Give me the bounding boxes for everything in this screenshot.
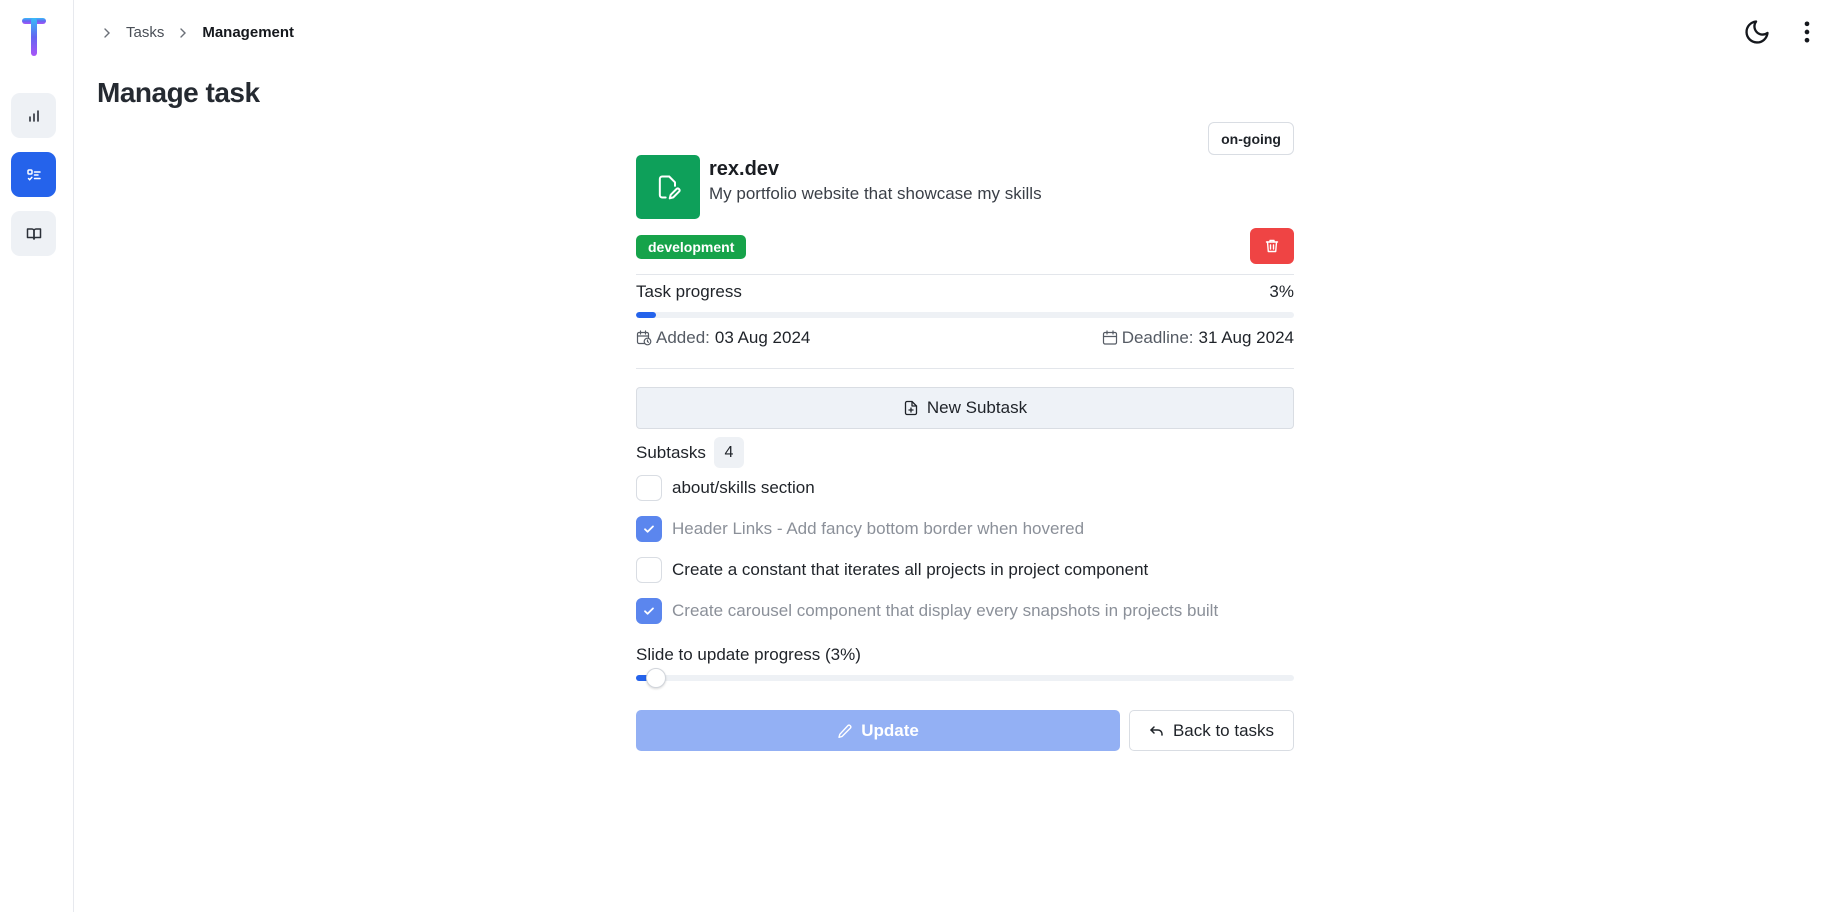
subtask-item: Create carousel component that display e… <box>636 598 1218 624</box>
chevron-right-icon <box>104 27 110 38</box>
subtasks-count-badge: 4 <box>713 437 744 468</box>
status-badge: on-going <box>1208 122 1294 155</box>
progress-slider-thumb[interactable] <box>646 668 666 688</box>
trash-icon <box>1265 239 1279 253</box>
subtask-checkbox[interactable] <box>636 557 662 583</box>
progress-bar <box>636 312 1294 318</box>
deadline-label: Deadline: <box>1121 328 1194 347</box>
project-name: rex.dev <box>709 158 780 180</box>
breadcrumb-tasks[interactable]: Tasks <box>126 24 164 41</box>
book-icon <box>26 227 41 240</box>
subtask-checkbox[interactable] <box>636 516 662 542</box>
check-icon <box>644 607 654 615</box>
sidebar-item-tasks[interactable] <box>11 152 56 197</box>
back-to-tasks-button[interactable]: Back to tasks <box>1129 710 1294 751</box>
category-tag: development <box>636 235 747 259</box>
chevron-right-icon <box>180 27 187 38</box>
added-date: Added: 03 Aug 2024 <box>636 328 810 348</box>
progress-slider[interactable] <box>636 675 1294 681</box>
new-subtask-button[interactable]: New Subtask <box>636 387 1294 429</box>
divider <box>636 368 1294 369</box>
edit-file-icon <box>658 175 681 200</box>
project-description: My portfolio website that showcase my sk… <box>709 184 1042 203</box>
subtask-text: Header Links - Add fancy bottom border w… <box>672 519 1085 538</box>
sidebar-item-docs[interactable] <box>11 211 56 256</box>
deadline-date: Deadline: 31 Aug 2024 <box>1102 328 1294 348</box>
slider-label: Slide to update progress (3%) <box>636 645 861 664</box>
top-actions <box>1743 18 1821 46</box>
subtask-text: about/skills section <box>672 478 815 497</box>
update-button[interactable]: Update <box>636 710 1120 751</box>
breadcrumb-management: Management <box>202 24 295 41</box>
added-label: Added: <box>656 328 710 347</box>
more-vertical-icon[interactable] <box>1793 18 1821 46</box>
progress-value: 3% <box>1269 282 1294 301</box>
new-subtask-label: New Subtask <box>926 398 1028 417</box>
subtask-item: Header Links - Add fancy bottom border w… <box>636 516 1084 542</box>
task-list-icon <box>26 168 41 181</box>
divider <box>636 274 1294 275</box>
project-icon <box>636 155 700 219</box>
subtask-checkbox[interactable] <box>636 475 662 501</box>
undo-icon <box>1150 725 1163 736</box>
subtasks-label: Subtasks <box>636 442 706 462</box>
subtasks-header: Subtasks 4 <box>636 437 744 468</box>
subtask-text: Create carousel component that display e… <box>672 601 1219 620</box>
check-icon <box>644 525 654 533</box>
moon-icon[interactable] <box>1743 18 1771 46</box>
sidebar-item-dashboard[interactable] <box>11 93 56 138</box>
file-plus-icon <box>904 400 918 416</box>
pencil-icon <box>838 724 852 738</box>
app-logo[interactable] <box>20 16 48 58</box>
delete-button[interactable] <box>1250 228 1294 264</box>
breadcrumb: Tasks Management <box>100 24 306 41</box>
deadline-value: 31 Aug 2024 <box>1198 328 1294 347</box>
subtask-item: about/skills section <box>636 475 815 501</box>
calendar-icon <box>1102 330 1117 345</box>
page-title: Manage task <box>97 77 260 108</box>
bar-chart-icon <box>28 109 39 122</box>
progress-label: Task progress <box>636 282 742 301</box>
calendar-clock-icon <box>636 330 652 346</box>
progress-bar-fill <box>636 312 656 318</box>
subtask-text: Create a constant that iterates all proj… <box>672 560 1149 579</box>
update-label: Update <box>861 720 919 740</box>
back-label: Back to tasks <box>1172 720 1275 740</box>
sidebar <box>0 0 74 912</box>
subtask-item: Create a constant that iterates all proj… <box>636 557 1148 583</box>
added-value: 03 Aug 2024 <box>714 328 811 347</box>
subtask-checkbox[interactable] <box>636 598 662 624</box>
